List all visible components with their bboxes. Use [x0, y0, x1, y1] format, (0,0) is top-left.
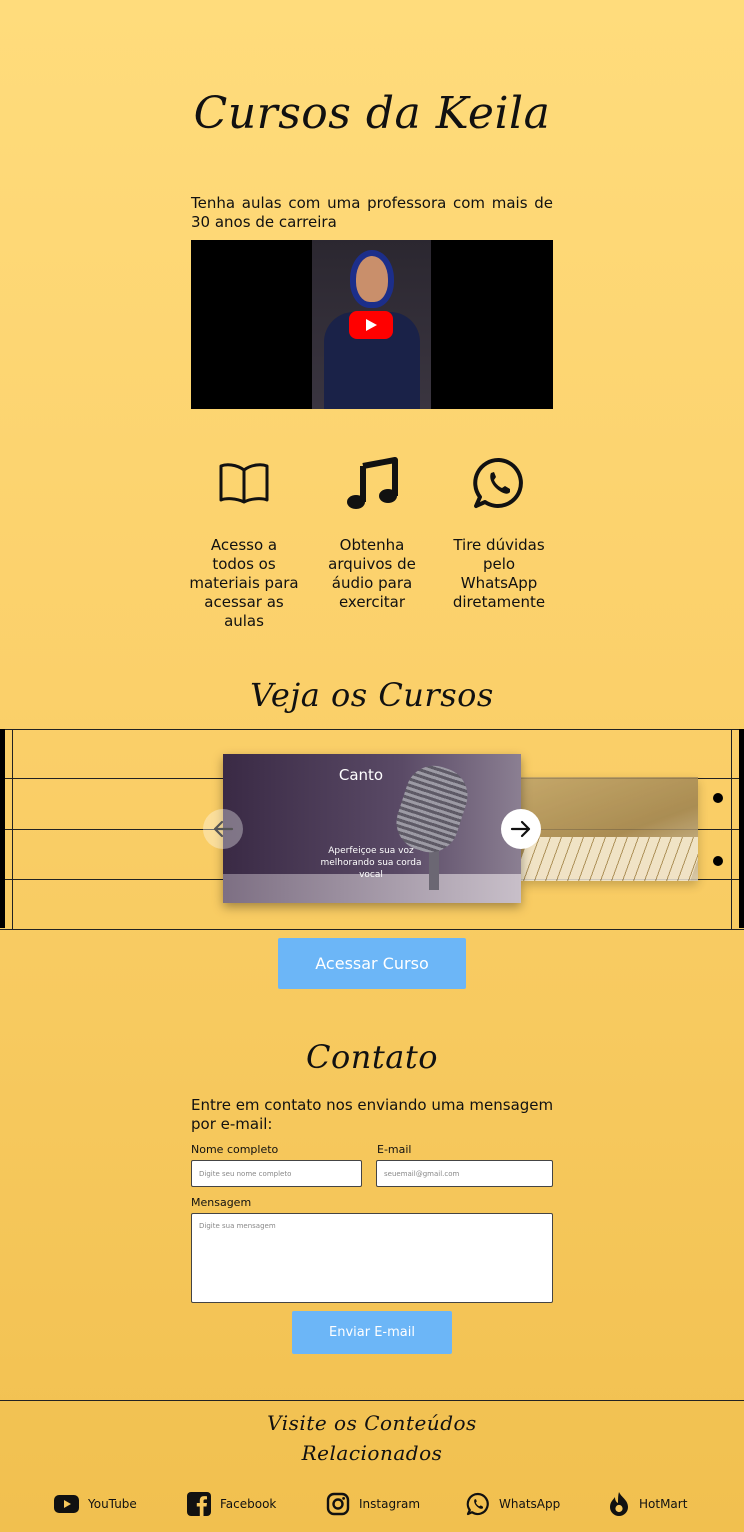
feature-materials: Acesso a todos os materiais para acessar…	[189, 452, 299, 631]
footer-title: Visite os Conteúdos Relacionados	[267, 1411, 477, 1465]
name-label: Nome completo	[191, 1143, 279, 1156]
staff-bar	[731, 729, 732, 930]
hotmart-link[interactable]: HotMart	[608, 1490, 687, 1518]
email-field[interactable]	[376, 1160, 553, 1187]
staff-bar	[12, 729, 13, 930]
send-email-button[interactable]: Enviar E-mail	[292, 1311, 452, 1354]
feature-text: Obtenha arquivos de áudio para exercitar	[328, 536, 416, 611]
message-label: Mensagem	[191, 1196, 252, 1209]
whatsapp-label: WhatsApp	[499, 1497, 561, 1511]
arrow-left-icon	[213, 820, 234, 838]
piano-image	[521, 837, 698, 881]
staff-bar	[739, 729, 744, 928]
courses-carousel: Canto Aperfeiçoe sua voz melhorando sua …	[0, 729, 744, 930]
instagram-link[interactable]: Instagram	[326, 1490, 420, 1518]
feature-text: Acesso a todos os materiais para acessar…	[189, 536, 299, 630]
video-player[interactable]	[191, 240, 553, 409]
whatsapp-link[interactable]: WhatsApp	[466, 1490, 560, 1518]
email-label: E-mail	[377, 1143, 412, 1156]
footer-divider	[0, 1400, 744, 1401]
staff-line	[0, 729, 744, 730]
facebook-link[interactable]: Facebook	[187, 1490, 276, 1518]
message-field[interactable]	[191, 1213, 553, 1303]
feature-audio: Obtenha arquivos de áudio para exercitar	[317, 452, 427, 612]
hotmart-label: HotMart	[639, 1497, 688, 1511]
music-note-dot	[713, 793, 723, 803]
arrow-right-icon	[510, 820, 531, 838]
instagram-icon	[326, 1492, 350, 1516]
staff-bar	[0, 729, 5, 928]
youtube-play-icon[interactable]	[349, 311, 393, 339]
course-card-piano[interactable]	[521, 777, 698, 881]
music-note-icon	[317, 452, 427, 514]
course-name: Canto	[338, 766, 384, 784]
courses-heading: Veja os Cursos	[250, 676, 494, 714]
carousel-prev-button[interactable]	[203, 809, 243, 849]
contact-heading: Contato	[306, 1038, 438, 1076]
course-description: Aperfeiçoe sua voz melhorando sua corda …	[320, 846, 422, 880]
feature-whatsapp: Tire dúvidas pelo WhatsApp diretamente	[444, 452, 554, 612]
whatsapp-icon	[466, 1492, 489, 1516]
youtube-link[interactable]: YouTube	[54, 1490, 137, 1518]
contact-intro: Entre em contato nos enviando uma mensag…	[191, 1096, 554, 1133]
youtube-label: YouTube	[88, 1497, 137, 1511]
name-field[interactable]	[191, 1160, 362, 1187]
music-note-dot	[713, 856, 723, 866]
access-course-button[interactable]: Acessar Curso	[278, 938, 466, 989]
whatsapp-icon	[444, 452, 554, 514]
feature-text: Tire dúvidas pelo WhatsApp diretamente	[452, 536, 546, 611]
course-card-canto[interactable]: Canto Aperfeiçoe sua voz melhorando sua …	[223, 754, 521, 903]
staff-line	[0, 929, 744, 930]
facebook-icon	[187, 1492, 211, 1516]
hotmart-icon	[610, 1492, 628, 1516]
youtube-icon	[54, 1495, 79, 1513]
carousel-next-button[interactable]	[501, 809, 541, 849]
intro-text: Tenha aulas com uma professora com mais …	[191, 194, 553, 231]
facebook-label: Facebook	[220, 1497, 277, 1511]
page-title: Cursos da Keila	[193, 88, 551, 139]
book-icon	[189, 452, 299, 514]
instagram-label: Instagram	[359, 1497, 421, 1511]
